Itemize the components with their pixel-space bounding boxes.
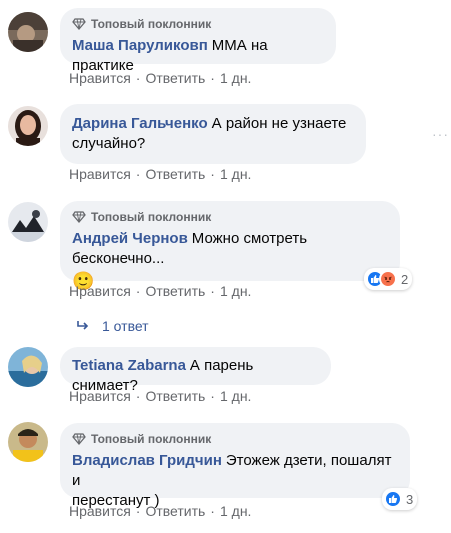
badge-label: Топовый поклонник	[91, 432, 212, 446]
comment-actions: Нравится · Ответить · 1 дн.	[69, 70, 251, 86]
diamond-icon	[72, 211, 86, 223]
badge-label: Топовый поклонник	[91, 210, 212, 224]
avatar[interactable]	[8, 202, 48, 242]
top-fan-badge: Топовый поклонник	[72, 16, 324, 32]
separator: ·	[210, 70, 215, 86]
separator: ·	[135, 503, 141, 519]
comment-timestamp[interactable]: 1 дн.	[220, 166, 251, 182]
comment-bubble: Топовый поклонник Маша Паруликовп ММА на …	[60, 8, 336, 74]
comment-bubble: Топовый поклонник Андрей Чернов Можно смо…	[60, 201, 400, 291]
avatar[interactable]	[8, 106, 48, 146]
like-button[interactable]: Нравится	[69, 388, 131, 404]
comment-text: Владислав Гридчин Этожеж дзети, пошалят и	[72, 451, 398, 491]
comment-timestamp[interactable]: 1 дн.	[220, 503, 251, 519]
reply-button[interactable]: Ответить	[145, 283, 205, 299]
comment-timestamp[interactable]: 1 дн.	[220, 70, 251, 86]
comment-body: А район не узнаете	[211, 115, 347, 132]
comment-timestamp[interactable]: 1 дн.	[220, 283, 251, 299]
avatar[interactable]	[8, 422, 48, 462]
comment-author[interactable]: Tetiana Zabarna	[72, 357, 186, 374]
diamond-icon	[72, 18, 86, 30]
reply-button[interactable]: Ответить	[145, 388, 205, 404]
like-button[interactable]: Нравится	[69, 70, 131, 86]
reaction-summary[interactable]: 3	[382, 488, 418, 510]
reaction-summary[interactable]: 2	[364, 268, 413, 290]
reply-button[interactable]: Ответить	[145, 70, 205, 86]
reply-arrow-icon	[77, 321, 89, 330]
diamond-icon	[72, 433, 86, 445]
separator: ·	[210, 283, 215, 299]
avatar[interactable]	[8, 12, 48, 52]
reaction-count: 3	[406, 491, 414, 507]
comment-actions: Нравится · Ответить · 1 дн.	[69, 166, 251, 182]
comment-timestamp[interactable]: 1 дн.	[220, 388, 251, 404]
reply-button[interactable]: Ответить	[145, 503, 205, 519]
like-button[interactable]: Нравится	[69, 166, 131, 182]
top-fan-badge: Топовый поклонник	[72, 209, 388, 225]
like-button[interactable]: Нравится	[69, 283, 131, 299]
separator: ·	[135, 283, 141, 299]
like-button[interactable]: Нравится	[69, 503, 131, 519]
reply-button[interactable]: Ответить	[145, 166, 205, 182]
top-fan-badge: Топовый поклонник	[72, 431, 398, 447]
comment-author[interactable]: Маша Паруликовп	[72, 37, 208, 54]
angry-reaction-icon	[379, 270, 397, 288]
more-options-icon[interactable]: ···	[432, 126, 449, 142]
comment-bubble: Tetiana Zabarna А парень снимает?	[60, 347, 331, 394]
badge-label: Топовый поклонник	[91, 17, 212, 31]
comment-author[interactable]: Андрей Чернов	[72, 230, 188, 247]
view-replies-link[interactable]: 1 ответ	[76, 318, 149, 334]
separator: ·	[135, 388, 141, 404]
comment-actions: Нравится · Ответить · 1 дн.	[69, 503, 251, 519]
separator: ·	[135, 166, 141, 182]
comment-author[interactable]: Владислав Гридчин	[72, 452, 222, 469]
separator: ·	[210, 166, 215, 182]
comment-text: Дарина Гальченко А район не узнаете	[72, 114, 354, 134]
comment-text-line-2: случайно?	[72, 135, 146, 152]
like-reaction-icon	[384, 490, 402, 508]
replies-count[interactable]: 1 ответ	[102, 318, 149, 334]
comment-bubble: Дарина Гальченко А район не узнаете случа…	[60, 104, 366, 164]
comment-actions: Нравится · Ответить · 1 дн.	[69, 388, 251, 404]
separator: ·	[210, 388, 215, 404]
reaction-count: 2	[401, 271, 409, 287]
separator: ·	[135, 70, 141, 86]
avatar[interactable]	[8, 347, 48, 387]
separator: ·	[210, 503, 215, 519]
comment-author[interactable]: Дарина Гальченко	[72, 115, 208, 132]
comment-bubble: Топовый поклонник Владислав Гридчин Этоже…	[60, 423, 410, 509]
comment-text: Андрей Чернов Можно смотреть бесконечно..…	[72, 229, 388, 269]
comment-actions: Нравится · Ответить · 1 дн.	[69, 283, 251, 299]
